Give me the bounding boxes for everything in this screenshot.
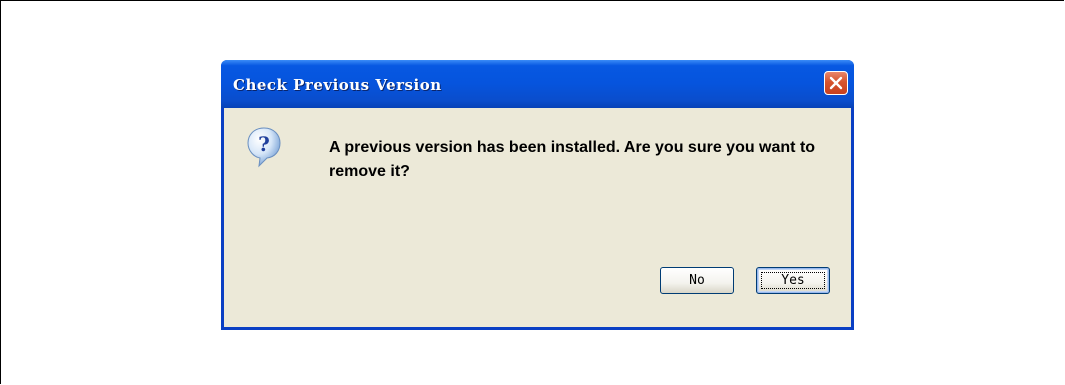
- dialog-message: A previous version has been installed. A…: [329, 139, 816, 180]
- focus-rectangle: [761, 272, 825, 289]
- dialog-body: ? A previous version has been installed.…: [224, 108, 851, 327]
- close-icon: [829, 76, 843, 90]
- svg-text:?: ?: [258, 132, 270, 156]
- title-bar[interactable]: Check Previous Version: [221, 60, 854, 108]
- yes-button[interactable]: Yes: [756, 267, 830, 294]
- question-icon: ?: [247, 127, 281, 168]
- close-button[interactable]: [824, 71, 848, 95]
- no-button[interactable]: No: [660, 267, 734, 294]
- dialog-title: Check Previous Version: [233, 76, 442, 94]
- check-previous-version-dialog: Check Previous Version ? A previous vers…: [221, 60, 854, 330]
